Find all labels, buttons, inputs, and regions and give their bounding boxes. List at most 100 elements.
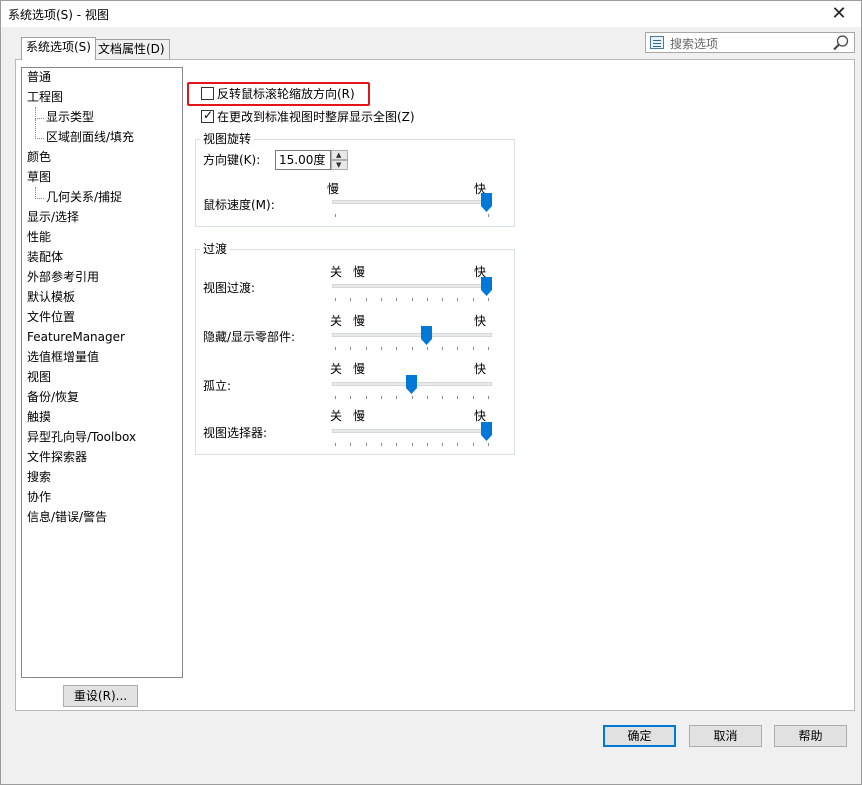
- slider-thumb[interactable]: [481, 422, 492, 441]
- tree-item-assemblies[interactable]: 装配体: [27, 249, 63, 265]
- view-selector-label: 视图选择器:: [203, 426, 268, 440]
- slider-fast-label: 快: [474, 362, 487, 376]
- spin-down-button[interactable]: ▼: [331, 160, 348, 170]
- slider-tick: [412, 443, 413, 446]
- tree-connector: [35, 107, 44, 119]
- reverse-wheel-label[interactable]: 反转鼠标滚轮缩放方向(R): [217, 86, 355, 102]
- slider-tick: [396, 347, 397, 350]
- tree-item-view[interactable]: 视图: [27, 369, 51, 385]
- isolate-label: 孤立:: [203, 379, 232, 393]
- reset-button[interactable]: 重设(R)...: [63, 685, 138, 707]
- options-tree[interactable]: 普通 工程图 显示类型 区域剖面线/填充 颜色 草图 几何关系/捕捉 显示/选择…: [21, 67, 183, 678]
- tree-item-file-locations[interactable]: 文件位置: [27, 309, 75, 325]
- slider-tick: [350, 396, 351, 399]
- tree-item-area-hatch[interactable]: 区域剖面线/填充: [46, 129, 134, 145]
- slider-fast-label: 快: [474, 409, 487, 423]
- ok-button[interactable]: 确定: [603, 725, 676, 747]
- tree-item-featuremanager[interactable]: FeatureManager: [27, 329, 125, 345]
- tree-item-collaboration[interactable]: 协作: [27, 489, 51, 505]
- slider-track[interactable]: [332, 429, 492, 433]
- slider-tick: [350, 298, 351, 301]
- slider-tick: [381, 396, 382, 399]
- slider-slow-label: 慢: [353, 265, 366, 279]
- tree-item-sketch[interactable]: 草图: [27, 169, 51, 185]
- slider-tick: [473, 347, 474, 350]
- slider-tick: [457, 347, 458, 350]
- slider-tick: [396, 443, 397, 446]
- tree-item-file-explorer[interactable]: 文件探索器: [27, 449, 87, 465]
- search-placeholder: 搜索选项: [670, 37, 719, 51]
- slider-tick: [381, 298, 382, 301]
- hide-show-components-label: 隐藏/显示零部件:: [203, 330, 296, 344]
- slider-tick: [350, 347, 351, 350]
- tree-item-external-references[interactable]: 外部参考引用: [27, 269, 99, 285]
- slider-tick: [442, 443, 443, 446]
- tab-system-options[interactable]: 系统选项(S): [21, 37, 96, 60]
- tree-item-display-selection[interactable]: 显示/选择: [27, 209, 79, 225]
- tree-item-messages-errors-warnings[interactable]: 信息/错误/警告: [27, 509, 107, 525]
- slider-tick: [396, 396, 397, 399]
- slider-tick: [350, 443, 351, 446]
- slider-tick: [412, 347, 413, 350]
- tree-item-default-templates[interactable]: 默认模板: [27, 289, 75, 305]
- cancel-button[interactable]: 取消: [689, 725, 762, 747]
- tree-item-performance[interactable]: 性能: [27, 229, 51, 245]
- slider-fast-label: 快: [474, 314, 487, 328]
- view-rotation-title: 视图旋转: [200, 132, 255, 146]
- tree-item-relations-snaps[interactable]: 几何关系/捕捉: [46, 189, 122, 205]
- slider-thumb[interactable]: [421, 326, 432, 345]
- view-transition-label: 视图过渡:: [203, 281, 256, 295]
- tree-connector: [35, 119, 44, 139]
- slider-tick: [427, 347, 428, 350]
- slider-thumb[interactable]: [481, 277, 492, 296]
- tree-item-general[interactable]: 普通: [27, 69, 51, 85]
- slider-tick: [366, 347, 367, 350]
- spin-up-button[interactable]: ▲: [331, 150, 348, 160]
- slider-off-label: 关: [330, 362, 343, 376]
- slider-tick: [488, 347, 489, 350]
- arrow-keys-input[interactable]: 15.00度: [275, 150, 331, 170]
- tree-item-display-type[interactable]: 显示类型: [46, 109, 94, 125]
- slider-tick: [488, 214, 489, 217]
- tree-item-drawings[interactable]: 工程图: [27, 89, 63, 105]
- slider-tick: [412, 298, 413, 301]
- slider-slow-label: 慢: [327, 182, 340, 196]
- slider-track[interactable]: [332, 284, 492, 288]
- slider-track[interactable]: [332, 333, 492, 337]
- title-bar: 系统选项(S) - 视图 ✕: [1, 1, 861, 27]
- slider-tick: [473, 298, 474, 301]
- slider-thumb[interactable]: [406, 375, 417, 394]
- tree-item-spin-box-increments[interactable]: 选值框增量值: [27, 349, 99, 365]
- slider-tick: [366, 443, 367, 446]
- tree-item-colors[interactable]: 颜色: [27, 149, 51, 165]
- tree-item-touch[interactable]: 触摸: [27, 409, 51, 425]
- tree-item-hole-wizard-toolbox[interactable]: 异型孔向导/Toolbox: [27, 429, 136, 445]
- arrow-down-icon: ▼: [336, 161, 342, 169]
- slider-off-label: 关: [330, 314, 343, 328]
- tree-item-search[interactable]: 搜索: [27, 469, 51, 485]
- tab-document-properties[interactable]: 文档属性(D): [93, 39, 170, 59]
- slider-slow-label: 慢: [353, 409, 366, 423]
- slider-track[interactable]: [332, 200, 492, 204]
- slider-tick: [457, 443, 458, 446]
- options-list-icon: [650, 36, 664, 49]
- search-input[interactable]: 搜索选项: [645, 32, 855, 53]
- zoom-to-fit-checkbox[interactable]: ✓: [201, 108, 214, 123]
- slider-tick: [442, 298, 443, 301]
- check-icon: ✓: [203, 108, 214, 122]
- help-button[interactable]: 帮助: [774, 725, 847, 747]
- slider-tick: [427, 396, 428, 399]
- reverse-wheel-checkbox[interactable]: [201, 87, 214, 100]
- slider-tick: [381, 347, 382, 350]
- slider-thumb[interactable]: [481, 193, 492, 212]
- slider-tick: [381, 443, 382, 446]
- tree-item-backup-recover[interactable]: 备份/恢复: [27, 389, 79, 405]
- search-icon[interactable]: [832, 34, 850, 52]
- close-icon[interactable]: ✕: [825, 3, 853, 25]
- slider-tick: [335, 347, 336, 350]
- slider-tick: [366, 396, 367, 399]
- zoom-to-fit-label[interactable]: 在更改到标准视图时整屏显示全图(Z): [217, 109, 415, 125]
- slider-tick: [473, 396, 474, 399]
- slider-tick: [335, 443, 336, 446]
- slider-tick: [396, 298, 397, 301]
